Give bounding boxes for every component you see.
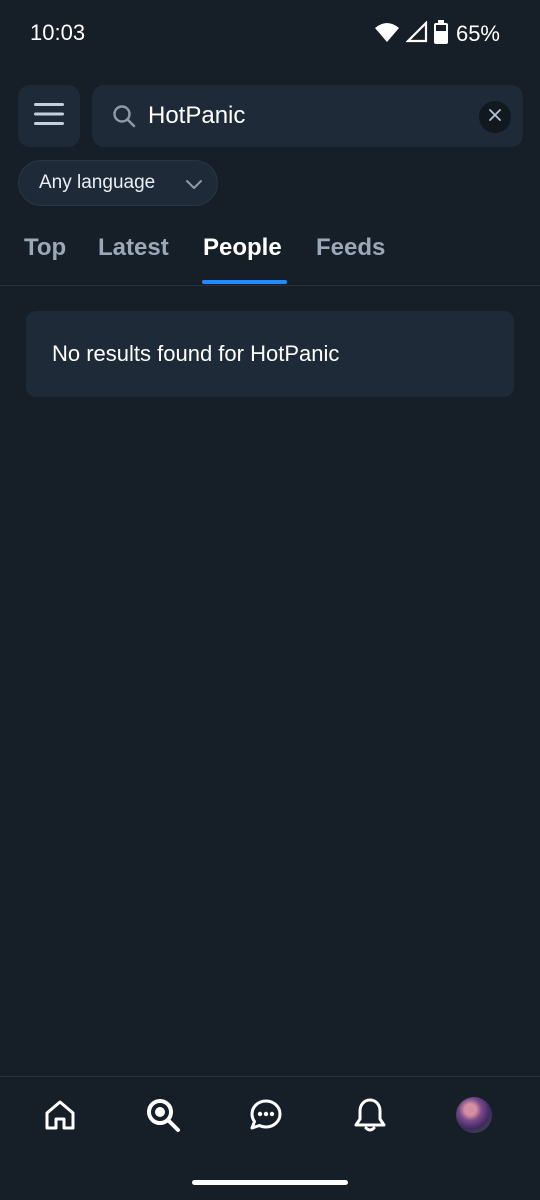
empty-results-card: No results found for HotPanic — [26, 311, 514, 397]
chat-icon — [248, 1097, 284, 1138]
tab-people[interactable]: People — [203, 234, 282, 262]
profile-avatar[interactable] — [456, 1097, 492, 1133]
nav-home-button[interactable] — [40, 1097, 80, 1137]
home-icon — [43, 1098, 77, 1137]
notifications-bell-icon — [353, 1097, 387, 1138]
empty-results-message: No results found for HotPanic — [52, 341, 340, 366]
battery-icon — [433, 19, 448, 49]
tab-feeds[interactable]: Feeds — [316, 234, 385, 262]
language-select[interactable]: Any language — [18, 160, 218, 206]
clear-search-button[interactable] — [479, 101, 511, 133]
battery-percent: 65% — [455, 21, 500, 46]
chevron-down-icon — [185, 175, 203, 193]
search-screen: 10:03 65% HotPanic Any language Top Late… — [0, 0, 540, 1200]
search-input[interactable] — [148, 99, 468, 133]
close-icon — [489, 108, 501, 126]
status-time: 10:03 — [30, 20, 86, 45]
active-tab-indicator — [202, 280, 287, 284]
cell-signal-icon — [405, 19, 428, 48]
nav-chat-button[interactable] — [246, 1097, 286, 1137]
search-bar[interactable] — [92, 85, 523, 147]
status-icons: 65% — [374, 19, 500, 49]
search-tabs: Top Latest People Feeds — [0, 228, 540, 286]
menu-button[interactable] — [18, 85, 80, 147]
hamburger-menu-icon — [34, 102, 64, 130]
nav-notifications-button[interactable] — [350, 1097, 390, 1137]
home-indicator — [192, 1180, 348, 1185]
status-bar: 10:03 65% — [0, 0, 540, 70]
wifi-icon — [374, 21, 400, 48]
search-icon — [145, 1097, 181, 1138]
tab-top[interactable]: Top — [24, 234, 66, 262]
tab-latest[interactable]: Latest — [98, 234, 169, 262]
nav-search-button[interactable] — [143, 1097, 183, 1137]
language-select-label: Any language — [39, 172, 156, 193]
search-icon — [112, 104, 136, 128]
